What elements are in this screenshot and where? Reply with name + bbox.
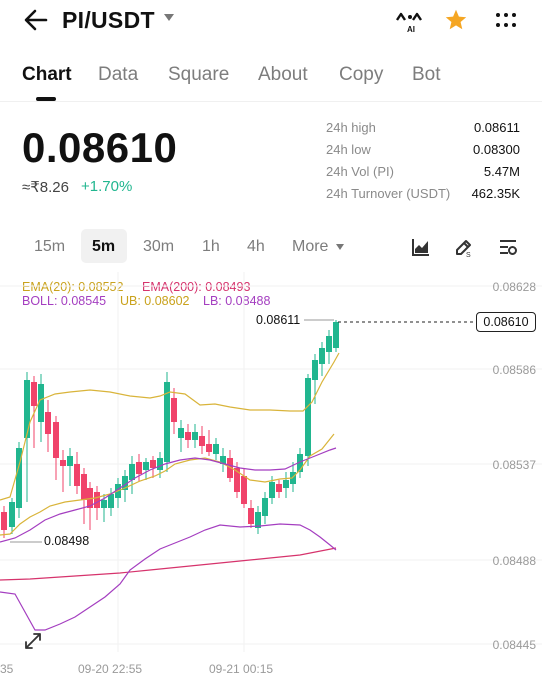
pair-dropdown-caret-icon[interactable] bbox=[164, 14, 174, 21]
y-axis-label: 0.08445 bbox=[492, 638, 536, 652]
candle-body bbox=[326, 336, 332, 352]
candle-body bbox=[1, 512, 7, 530]
local-currency-price: ≈₹8.26 bbox=[22, 179, 69, 196]
candle-body bbox=[81, 474, 87, 500]
candle-body bbox=[150, 460, 156, 468]
candle-body bbox=[94, 492, 100, 508]
candle-body bbox=[269, 482, 275, 498]
y-axis-label: 0.08586 bbox=[492, 363, 536, 377]
candle-body bbox=[319, 348, 325, 364]
top-bar: PI/USDT AI bbox=[0, 0, 542, 44]
chart-gridlines bbox=[0, 272, 542, 652]
candlestick-chart[interactable] bbox=[0, 272, 542, 680]
candle-body bbox=[53, 422, 59, 458]
candle-body bbox=[31, 382, 37, 406]
stat-label-24h-turnover: 24h Turnover (USDT) bbox=[326, 186, 451, 201]
stat-value-24h-high: 0.08611 bbox=[473, 120, 520, 135]
candle-body bbox=[9, 502, 15, 527]
interval-1h[interactable]: 1h bbox=[202, 238, 220, 256]
svg-text:AI: AI bbox=[407, 25, 415, 34]
pair-title[interactable]: PI/USDT bbox=[62, 7, 155, 34]
indicator-settings-icon[interactable] bbox=[498, 237, 518, 257]
fullscreen-expand-icon[interactable] bbox=[24, 632, 42, 650]
tab-copy[interactable]: Copy bbox=[339, 64, 383, 86]
candle-body bbox=[192, 432, 198, 440]
more-options-icon[interactable] bbox=[494, 10, 518, 30]
ema200-line bbox=[0, 547, 337, 581]
candle-body bbox=[262, 498, 268, 516]
candle-body bbox=[60, 460, 66, 466]
stat-value-24h-volume: 5.47M bbox=[483, 164, 520, 179]
candle-body bbox=[67, 456, 73, 466]
svg-text:S: S bbox=[466, 252, 471, 257]
candle-body bbox=[74, 464, 80, 486]
tab-square[interactable]: Square bbox=[168, 64, 229, 86]
last-price-tag: 0.08610 bbox=[476, 312, 536, 332]
high-price-marker: 0.08611 bbox=[256, 313, 301, 327]
ai-assistant-icon[interactable]: AI bbox=[392, 8, 424, 34]
stat-label-24h-volume: 24h Vol (PI) bbox=[326, 164, 394, 179]
x-axis-label: 09-20 22:55 bbox=[78, 662, 143, 676]
candle-body bbox=[283, 480, 289, 488]
y-axis-label: 0.08488 bbox=[492, 554, 536, 568]
tab-chart[interactable]: Chart bbox=[22, 64, 72, 86]
y-axis-label: 0.08628 bbox=[492, 280, 536, 294]
divider bbox=[0, 101, 542, 102]
candle-body bbox=[45, 412, 51, 434]
interval-30m[interactable]: 30m bbox=[143, 238, 174, 256]
favorite-star-icon[interactable] bbox=[444, 8, 468, 32]
candle-body bbox=[206, 444, 212, 452]
candle-body bbox=[213, 444, 219, 454]
more-caret-icon[interactable] bbox=[336, 244, 344, 250]
x-axis-label: 35 bbox=[0, 662, 14, 676]
drawing-tools-icon[interactable]: S bbox=[454, 237, 474, 257]
candle-body bbox=[143, 462, 149, 470]
candle-body bbox=[305, 378, 311, 456]
chart-type-icon[interactable] bbox=[411, 237, 431, 257]
candle-body bbox=[129, 464, 135, 480]
low-price-marker: 0.08498 bbox=[44, 534, 90, 548]
interval-selector: 15m 5m 30m 1h 4h More S bbox=[0, 228, 542, 264]
stat-value-24h-low: 0.08300 bbox=[473, 142, 520, 157]
price-change-percent: +1.70% bbox=[81, 178, 133, 195]
candle-body bbox=[157, 458, 163, 470]
candle-body bbox=[185, 432, 191, 440]
stat-value-24h-turnover: 462.35K bbox=[471, 186, 520, 201]
candle-body bbox=[171, 398, 177, 422]
interval-4h[interactable]: 4h bbox=[247, 238, 265, 256]
candle-body bbox=[276, 484, 282, 492]
candle-body bbox=[333, 322, 339, 348]
candle-body bbox=[312, 360, 318, 380]
interval-15m[interactable]: 15m bbox=[34, 238, 65, 256]
candle-body bbox=[24, 380, 30, 438]
stat-label-24h-low: 24h low bbox=[326, 142, 371, 157]
tab-bot[interactable]: Bot bbox=[412, 64, 441, 86]
stat-label-24h-high: 24h high bbox=[326, 120, 376, 135]
back-arrow-icon[interactable] bbox=[22, 8, 50, 32]
candle-body bbox=[136, 462, 142, 474]
last-price: 0.08610 bbox=[22, 124, 178, 171]
interval-5m[interactable]: 5m bbox=[92, 238, 115, 256]
y-axis-label: 0.08537 bbox=[492, 458, 536, 472]
candle-body bbox=[199, 436, 205, 446]
candle-body bbox=[178, 428, 184, 438]
tab-about[interactable]: About bbox=[258, 64, 308, 86]
candle-body bbox=[101, 500, 107, 508]
interval-more[interactable]: More bbox=[292, 238, 328, 256]
section-tabs: Chart Data Square About Copy Bot bbox=[0, 56, 542, 102]
candle-body bbox=[248, 508, 254, 524]
x-axis-label: 09-21 00:15 bbox=[209, 662, 274, 676]
candle-body bbox=[241, 476, 247, 504]
tab-data[interactable]: Data bbox=[98, 64, 138, 86]
